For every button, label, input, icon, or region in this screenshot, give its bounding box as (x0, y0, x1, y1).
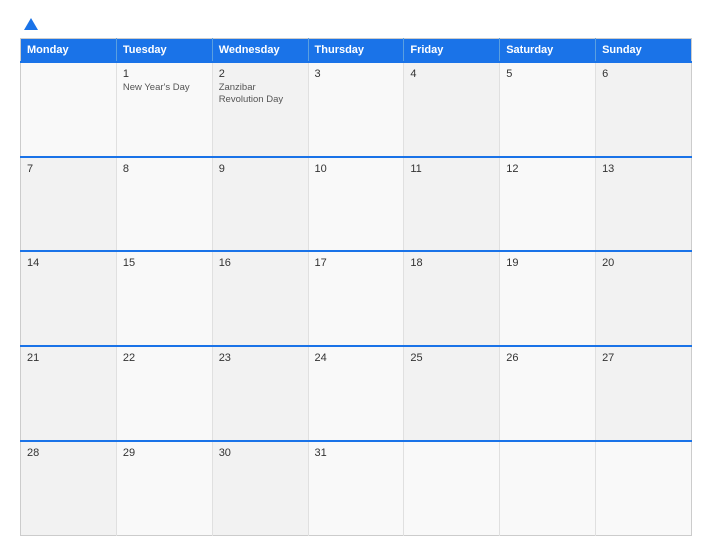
event-label: Revolution Day (219, 94, 302, 106)
calendar-cell: 31 (308, 441, 404, 536)
week-row-5: 28 29 30 31 (21, 441, 692, 536)
day-number: 18 (410, 257, 493, 269)
day-number: 5 (506, 68, 589, 80)
calendar-cell: 14 (21, 251, 117, 346)
day-number: 21 (27, 352, 110, 364)
calendar-cell: 22 (116, 346, 212, 441)
calendar-cell: 6 (596, 62, 692, 157)
calendar-cell: 4 (404, 62, 500, 157)
weekday-header-thursday: Thursday (308, 39, 404, 63)
calendar-cell: 25 (404, 346, 500, 441)
day-number: 27 (602, 352, 685, 364)
calendar-cell: 1 New Year's Day (116, 62, 212, 157)
calendar-body: 1 New Year's Day 2 ZanzibarRevolution Day 34… (21, 62, 692, 536)
day-number: 10 (315, 163, 398, 175)
day-number: 7 (27, 163, 110, 175)
day-number: 3 (315, 68, 398, 80)
week-row-2: 7 8 9 10 11 12 13 (21, 157, 692, 252)
calendar-cell: 16 (212, 251, 308, 346)
calendar-cell: 13 (596, 157, 692, 252)
day-number: 6 (602, 68, 685, 80)
calendar-cell (21, 62, 117, 157)
calendar-cell: 26 (500, 346, 596, 441)
calendar-header: MondayTuesdayWednesdayThursdayFridaySatu… (21, 39, 692, 63)
weekday-header-sunday: Sunday (596, 39, 692, 63)
day-number: 14 (27, 257, 110, 269)
day-number: 17 (315, 257, 398, 269)
calendar-cell: 15 (116, 251, 212, 346)
calendar-page: MondayTuesdayWednesdayThursdayFridaySatu… (0, 0, 712, 550)
day-number: 24 (315, 352, 398, 364)
day-number: 12 (506, 163, 589, 175)
calendar-cell: 21 (21, 346, 117, 441)
weekday-header-monday: Monday (21, 39, 117, 63)
calendar-cell: 5 (500, 62, 596, 157)
calendar-cell: 29 (116, 441, 212, 536)
calendar-cell: 9 (212, 157, 308, 252)
day-number: 26 (506, 352, 589, 364)
calendar-table: MondayTuesdayWednesdayThursdayFridaySatu… (20, 38, 692, 536)
calendar-cell: 12 (500, 157, 596, 252)
day-number: 15 (123, 257, 206, 269)
weekday-header-wednesday: Wednesday (212, 39, 308, 63)
day-number: 16 (219, 257, 302, 269)
day-number: 19 (506, 257, 589, 269)
calendar-cell: 24 (308, 346, 404, 441)
calendar-cell: 28 (21, 441, 117, 536)
day-number: 8 (123, 163, 206, 175)
weekday-header-saturday: Saturday (500, 39, 596, 63)
calendar-cell (500, 441, 596, 536)
week-row-1: 1 New Year's Day 2 ZanzibarRevolution Day 34… (21, 62, 692, 157)
day-number: 13 (602, 163, 685, 175)
calendar-cell: 27 (596, 346, 692, 441)
day-number: 9 (219, 163, 302, 175)
calendar-cell: 20 (596, 251, 692, 346)
header (20, 18, 692, 30)
calendar-cell: 30 (212, 441, 308, 536)
day-number: 20 (602, 257, 685, 269)
day-number: 29 (123, 447, 206, 459)
day-number: 4 (410, 68, 493, 80)
day-number: 31 (315, 447, 398, 459)
logo (20, 18, 38, 30)
calendar-cell: 18 (404, 251, 500, 346)
logo-triangle-icon (24, 18, 38, 30)
event-label: New Year's Day (123, 82, 206, 94)
week-row-4: 21 22 23 24 25 26 27 (21, 346, 692, 441)
calendar-cell (596, 441, 692, 536)
day-number: 22 (123, 352, 206, 364)
calendar-cell: 7 (21, 157, 117, 252)
day-number: 30 (219, 447, 302, 459)
calendar-cell: 11 (404, 157, 500, 252)
calendar-cell: 23 (212, 346, 308, 441)
day-number: 28 (27, 447, 110, 459)
weekday-header-friday: Friday (404, 39, 500, 63)
week-row-3: 14 15 16 17 18 19 20 (21, 251, 692, 346)
weekday-header-tuesday: Tuesday (116, 39, 212, 63)
day-number: 23 (219, 352, 302, 364)
calendar-cell (404, 441, 500, 536)
day-number: 1 (123, 68, 206, 80)
calendar-cell: 2 ZanzibarRevolution Day (212, 62, 308, 157)
weekday-header-row: MondayTuesdayWednesdayThursdayFridaySatu… (21, 39, 692, 63)
calendar-cell: 19 (500, 251, 596, 346)
day-number: 2 (219, 68, 302, 80)
calendar-cell: 10 (308, 157, 404, 252)
calendar-cell: 17 (308, 251, 404, 346)
day-number: 25 (410, 352, 493, 364)
day-number: 11 (410, 163, 493, 175)
event-label: Zanzibar (219, 82, 302, 94)
calendar-cell: 3 (308, 62, 404, 157)
calendar-cell: 8 (116, 157, 212, 252)
